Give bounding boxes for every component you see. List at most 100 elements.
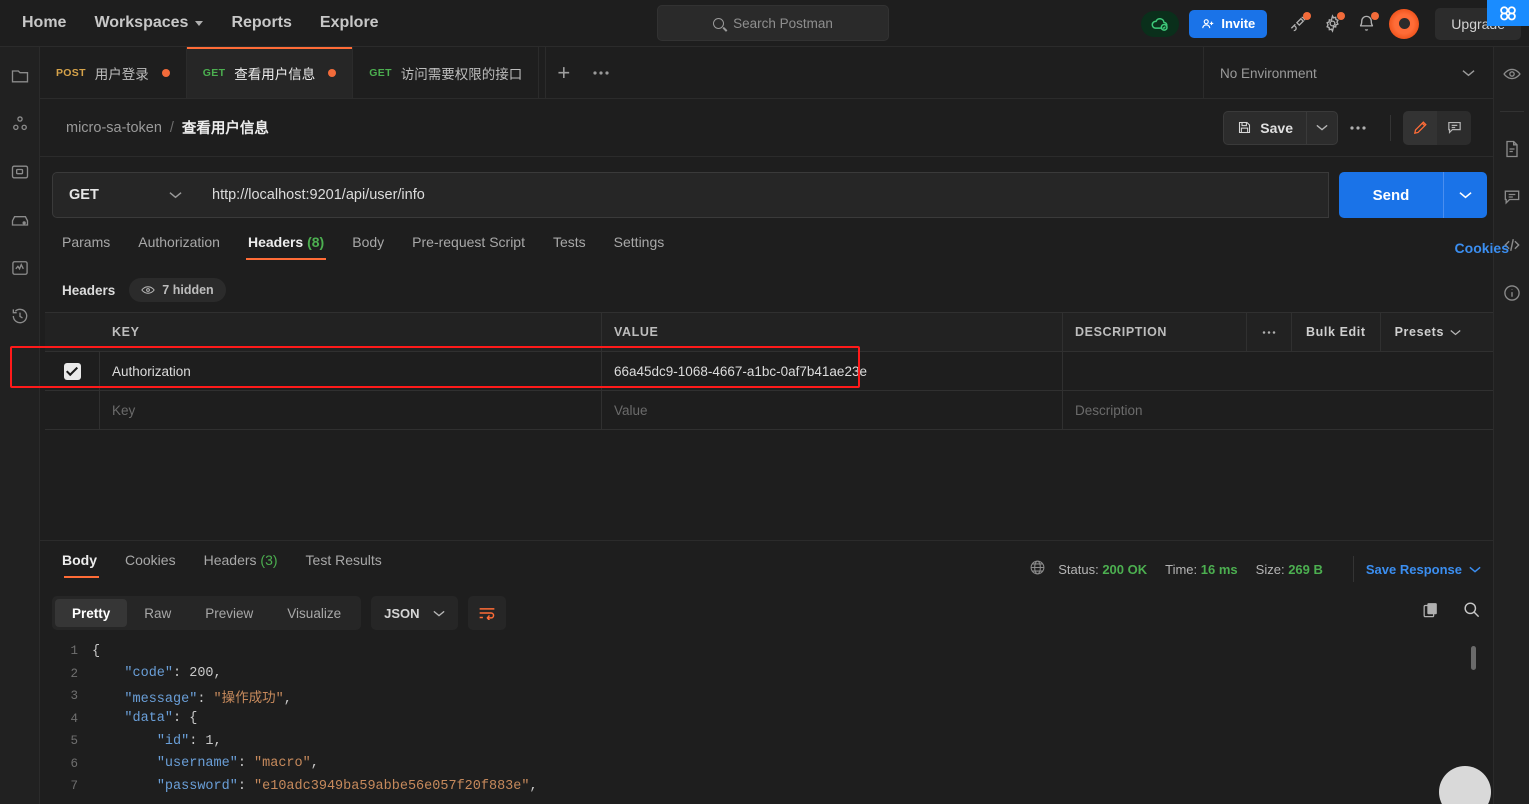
wrap-lines-icon [479,608,494,620]
monitors-icon[interactable] [9,257,31,279]
breadcrumb-leaf[interactable]: 查看用户信息 [182,117,269,138]
mock-servers-icon[interactable] [9,209,31,231]
environment-label: No Environment [1220,65,1317,81]
send-button[interactable]: Send [1339,172,1443,218]
nav-item-home[interactable]: Home [8,0,80,47]
save-response-label: Save Response [1365,561,1462,577]
nav-item-workspaces[interactable]: Workspaces [80,0,217,47]
table-row-empty[interactable]: Key Value Description [45,391,1493,430]
line-number: 1 [70,644,78,659]
tab-count: (8) [307,234,325,250]
tab-settings[interactable]: Settings [600,234,679,260]
eye-icon [141,286,156,294]
wrap-lines-button[interactable] [467,596,506,630]
tab-pre-request-script[interactable]: Pre-request Script [398,234,539,260]
language-label: JSON [384,605,420,621]
globe-icon [1029,559,1046,579]
right-sidebar-rail [1493,47,1529,804]
nav-item-reports[interactable]: Reports [217,0,305,47]
unsaved-dot-icon [161,68,170,77]
request-more-options-icon[interactable] [1338,111,1378,145]
cookies-link[interactable]: Cookies [1455,240,1509,256]
row-checkbox-cell[interactable] [45,352,100,390]
save-options-button[interactable] [1306,110,1338,145]
search-placeholder: Search Postman [733,15,833,31]
response-meta: Status: 200 OK Time: 16 ms Size: 269 B S… [1029,556,1481,582]
row-value-cell[interactable]: 66a45dc9-1068-4667-a1bc-0af7b41ae23e [602,352,1063,390]
presets-button[interactable]: Presets [1379,313,1475,351]
row-checkbox[interactable] [63,362,81,380]
apis-icon[interactable] [9,113,31,135]
bell-icon[interactable] [1349,7,1383,41]
comments-icon[interactable] [1501,186,1523,208]
response-tab-cookies[interactable]: Cookies [111,552,190,578]
method-selector[interactable]: GET [52,172,198,218]
table-more-options-icon[interactable] [1246,313,1291,351]
language-selector[interactable]: JSON [371,596,458,630]
save-response-button[interactable]: Save Response [1366,562,1481,577]
row-key-cell[interactable]: Key [100,391,602,429]
code-scrollbar[interactable] [1471,646,1476,670]
info-icon[interactable] [1501,282,1523,304]
table-row[interactable]: Authorization 66a45dc9-1068-4667-a1bc-0a… [45,352,1493,391]
documentation-icon[interactable] [1501,138,1523,160]
row-description-cell[interactable]: Description [1063,391,1493,429]
response-tab-body[interactable]: Body [52,552,111,578]
response-divider [40,540,1493,541]
search-icon[interactable] [1462,600,1481,624]
search-input[interactable]: Search Postman [657,5,889,41]
tab-tests[interactable]: Tests [539,234,600,260]
history-icon[interactable] [9,305,31,327]
breadcrumb-actions: Save [1223,110,1471,145]
header-actions: Invite Upgrade [1141,0,1529,47]
eye-icon[interactable] [1501,63,1523,85]
tab-params[interactable]: Params [52,234,124,260]
hidden-headers-toggle[interactable]: 7 hidden [129,278,226,302]
row-description-cell[interactable] [1063,352,1493,390]
column-value: VALUE [602,313,1063,351]
format-tab-raw[interactable]: Raw [127,599,188,627]
comment-mode-button[interactable] [1437,110,1471,145]
presets-label: Presets [1394,325,1444,339]
breadcrumb-root[interactable]: micro-sa-token [66,120,162,136]
copy-icon[interactable] [1421,600,1440,624]
extension-overlay-icon[interactable] [1487,0,1529,26]
tab-title: 用户登录 [94,66,149,82]
tab-headers[interactable]: Headers (8) [234,234,338,260]
tab-body[interactable]: Body [338,234,398,260]
bulk-edit-button[interactable]: Bulk Edit [1291,313,1380,351]
cloud-sync-icon[interactable] [1141,10,1180,37]
format-tab-visualize[interactable]: Visualize [270,599,358,627]
request-tab-1[interactable]: GET 查看用户信息 [186,47,354,98]
line-number: 2 [70,666,78,681]
format-tab-pretty[interactable]: Pretty [55,599,128,627]
format-tab-preview[interactable]: Preview [188,599,270,627]
invite-button[interactable]: Invite [1189,9,1268,38]
environments-icon[interactable] [9,161,31,183]
row-checkbox-cell[interactable] [45,391,100,429]
row-key-cell[interactable]: Authorization [100,352,602,390]
request-tab-2[interactable]: GET 访问需要权限的接口 [353,47,540,98]
nav-item-explore[interactable]: Explore [306,0,393,47]
satellite-icon[interactable] [1281,7,1315,41]
environment-selector[interactable]: No Environment [1203,47,1493,99]
response-body-code[interactable]: 1{2 "code": 200, 3 "message": "操作成功", 4 "d… [46,640,1486,804]
tab-options-icon[interactable] [581,47,621,98]
response-tab-test-results[interactable]: Test Results [292,552,396,578]
save-button[interactable]: Save [1223,110,1306,145]
chevron-down-icon [1459,192,1472,199]
response-tab-headers[interactable]: Headers (3) [190,552,292,578]
request-tab-0[interactable]: POST 用户登录 [40,47,187,98]
avatar[interactable] [1389,8,1420,39]
new-tab-button[interactable]: + [545,47,581,98]
tab-authorization[interactable]: Authorization [124,234,234,260]
gear-icon[interactable] [1315,7,1349,41]
send-options-button[interactable] [1443,172,1487,218]
chevron-down-icon [1469,566,1481,573]
collections-icon[interactable] [9,65,31,87]
url-input[interactable]: http://localhost:9201/api/user/info [198,172,1329,218]
chevron-down-icon [1462,70,1475,77]
rail-divider [1499,111,1524,112]
edit-mode-button[interactable] [1403,110,1437,145]
row-value-cell[interactable]: Value [602,391,1063,429]
